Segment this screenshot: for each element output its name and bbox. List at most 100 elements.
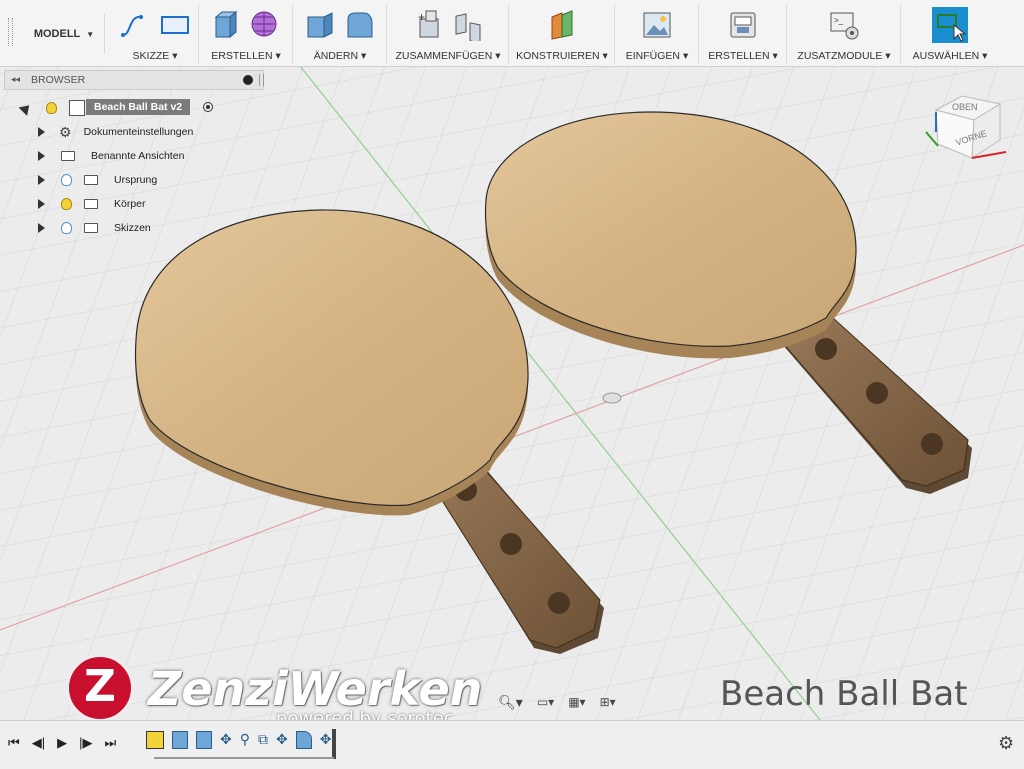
visibility-bulb-icon[interactable] — [61, 222, 72, 234]
expand-arrow-icon[interactable] — [38, 199, 45, 209]
svg-text:+: + — [418, 10, 425, 24]
folder-icon — [84, 175, 98, 185]
rivet — [548, 592, 570, 614]
next-step-icon[interactable]: |▶︎ — [79, 735, 92, 751]
workspace-switcher[interactable]: MODELL ▼ — [24, 14, 105, 54]
folder-icon — [84, 223, 98, 233]
browser-root-row[interactable] — [18, 97, 85, 119]
group-label: ERSTELLEN — [211, 50, 273, 62]
expand-arrow-icon[interactable] — [38, 175, 45, 185]
timeline-settings-gear-icon[interactable]: ⚙ — [998, 733, 1014, 754]
chevron-down-icon: ▼ — [86, 29, 95, 39]
rectangle-icon[interactable] — [159, 9, 191, 41]
toolbar-group-sketch[interactable]: SKIZZE ▾ — [112, 4, 199, 64]
browser-title: BROWSER — [31, 74, 86, 86]
toolbar-group-create[interactable]: ERSTELLEN ▾ — [200, 4, 293, 64]
zoom-icon[interactable]: 🔍︎▾ — [498, 694, 523, 711]
navigation-bar: 🔍︎▾ ▭▾ ▦▾ ⊞▾ — [498, 692, 638, 712]
offset-plane-icon[interactable] — [546, 9, 578, 41]
joint-feature-icon[interactable]: ⚲ — [240, 731, 250, 749]
joint-icon[interactable] — [452, 9, 484, 41]
last-step-icon[interactable]: ⏭ — [104, 735, 116, 751]
root-component-label[interactable]: Beach Ball Bat v2 — [86, 99, 191, 115]
select-icon[interactable] — [932, 7, 968, 43]
visibility-bulb-icon[interactable] — [61, 174, 72, 186]
browser-item-label: Ursprung — [114, 174, 158, 186]
insert-image-icon[interactable] — [641, 9, 673, 41]
browser-item-label: Dokumenteinstellungen — [83, 126, 194, 138]
browser-item-document-settings[interactable]: ⚙ Dokumenteinstellungen — [38, 121, 193, 143]
expand-triangle-icon[interactable] — [18, 100, 34, 116]
expand-arrow-icon[interactable] — [38, 151, 45, 161]
browser-panel-header[interactable]: ◂◂ BROWSER — [4, 70, 264, 90]
expand-arrow-icon[interactable] — [38, 223, 45, 233]
3d-print-icon[interactable] — [727, 9, 759, 41]
workspace-label: MODELL — [33, 28, 81, 40]
sketch-feature-icon[interactable] — [146, 731, 164, 749]
timeline-track — [154, 757, 334, 759]
viewports-icon[interactable]: ⊞▾ — [600, 695, 616, 709]
extrude-feature-icon[interactable] — [196, 731, 212, 749]
combine-feature-icon[interactable]: ⧉ — [258, 731, 268, 749]
group-label: ÄNDERN — [313, 50, 359, 62]
fillet-feature-icon[interactable] — [295, 731, 312, 749]
gear-icon: ⚙ — [59, 123, 72, 140]
collapse-panel-icon[interactable]: ◂◂ — [11, 74, 20, 85]
activate-radio-icon[interactable] — [203, 102, 213, 112]
visibility-bulb-icon[interactable] — [46, 102, 57, 114]
origin-marker — [602, 392, 622, 404]
browser-item-origin[interactable]: Ursprung — [38, 169, 157, 191]
timeline-controls: ⏮ ◀︎| ▶ |▶︎ ⏭ — [8, 735, 116, 751]
group-label: KONSTRUIEREN — [516, 50, 600, 62]
toolbar-group-construct[interactable]: KONSTRUIEREN ▾ — [510, 4, 615, 64]
expand-arrow-icon[interactable] — [38, 127, 45, 137]
timeline-features: ✥ ⚲ ⧉ ✥ ✥ — [146, 731, 331, 749]
group-label: AUSWÄHLEN — [912, 50, 980, 62]
browser-item-label: Körper — [114, 198, 146, 210]
panel-grip[interactable] — [259, 74, 264, 86]
toolbar-group-insert[interactable]: EINFÜGEN ▾ — [616, 4, 699, 64]
folder-icon — [84, 199, 98, 209]
toolbar-group-make[interactable]: ERSTELLEN ▾ — [700, 4, 787, 64]
browser-item-bodies[interactable]: Körper — [38, 193, 146, 215]
toolbar-group-select[interactable]: AUSWÄHLEN ▾ — [902, 4, 998, 64]
browser-item-label: Benannte Ansichten — [91, 150, 185, 162]
press-pull-icon[interactable] — [304, 9, 336, 41]
rivet — [866, 382, 888, 404]
move-feature-icon[interactable]: ✥ — [276, 731, 288, 749]
browser-item-named-views[interactable]: Benannte Ansichten — [38, 145, 184, 167]
toolbar-group-modify[interactable]: ÄNDERN ▾ — [294, 4, 387, 64]
browser-item-sketches[interactable]: Skizzen — [38, 217, 151, 239]
grid-settings-icon[interactable]: ▦▾ — [568, 695, 585, 709]
fillet-icon[interactable] — [344, 9, 376, 41]
move-feature-icon[interactable]: ✥ — [220, 731, 232, 749]
rivet — [815, 338, 837, 360]
toolbar-group-addins[interactable]: >_ ZUSATZMODULE ▾ — [788, 4, 901, 64]
extrude-icon[interactable] — [210, 9, 242, 41]
toolbar-group-assemble[interactable]: + ZUSAMMENFÜGEN ▾ — [388, 4, 509, 64]
component-icon — [69, 100, 85, 116]
toolbar-grip[interactable] — [8, 18, 13, 46]
sketch-line-icon[interactable] — [119, 9, 151, 41]
view-cube[interactable]: OBEN VORNE — [922, 92, 1014, 172]
form-icon[interactable] — [250, 9, 282, 41]
minimize-icon[interactable] — [243, 75, 253, 85]
logo-letter: Z — [84, 661, 116, 712]
extrude-feature-icon[interactable] — [172, 731, 188, 749]
previous-step-icon[interactable]: ◀︎| — [32, 735, 45, 751]
play-icon[interactable]: ▶ — [57, 735, 67, 751]
scripts-addins-icon[interactable]: >_ — [828, 9, 860, 41]
group-label: ZUSAMMENFÜGEN — [395, 50, 493, 62]
rivet — [921, 433, 943, 455]
brand-logo: Z — [66, 654, 134, 722]
rivet — [500, 533, 522, 555]
group-label: SKIZZE — [132, 50, 170, 62]
new-component-icon[interactable]: + — [412, 9, 444, 41]
move-feature-icon[interactable]: ✥ — [320, 731, 332, 749]
display-settings-icon[interactable]: ▭▾ — [537, 695, 554, 709]
first-step-icon[interactable]: ⏮ — [8, 735, 20, 751]
visibility-bulb-icon[interactable] — [61, 198, 72, 210]
svg-text:>_: >_ — [834, 16, 844, 25]
group-label: ZUSATZMODULE — [797, 50, 883, 62]
timeline-marker[interactable] — [332, 729, 336, 759]
